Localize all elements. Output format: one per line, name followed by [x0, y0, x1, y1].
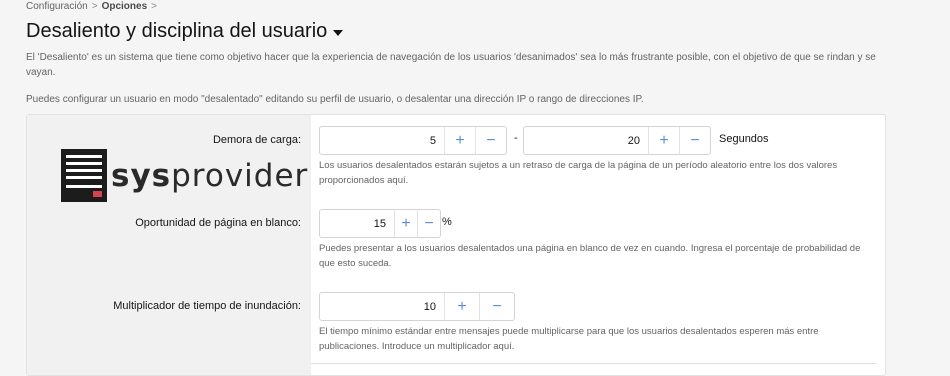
page-description-secondary: Puedes configurar un usuario en modo "de…: [26, 94, 644, 105]
blank-page-help: Puedes presentar a los usuarios desalent…: [319, 243, 861, 269]
load-delay-unit: Segundos: [719, 133, 769, 145]
blank-page-decrement-button[interactable]: −: [418, 210, 440, 237]
blank-page-stepper[interactable]: 15 + −: [319, 209, 441, 238]
load-delay-min-decrement-button[interactable]: −: [476, 127, 506, 154]
flood-multiplier-input[interactable]: 10: [320, 293, 445, 320]
range-separator: -: [514, 132, 518, 144]
breadcrumb-item-configuracion[interactable]: Configuración: [26, 1, 88, 12]
load-delay-max-increment-button[interactable]: +: [649, 127, 680, 154]
chevron-down-icon[interactable]: [333, 30, 344, 36]
load-delay-label: Demora de carga:: [212, 134, 301, 146]
page-description: El 'Desaliento' es un sistema que tiene …: [26, 52, 876, 78]
blank-page-label: Oportunidad de página en blanco:: [135, 217, 301, 229]
logo-text: sysprovider: [111, 157, 309, 194]
load-delay-min-stepper[interactable]: 5 + −: [319, 126, 507, 155]
load-delay-min-input[interactable]: 5: [320, 127, 445, 154]
flood-multiplier-label: Multiplicador de tiempo de inundación:: [113, 300, 301, 312]
breadcrumb-separator: >: [91, 1, 98, 12]
load-delay-help: Los usuarios desalentados estarán sujeto…: [319, 160, 838, 186]
options-panel: sysprovider Demora de carga: 5 + − - 20 …: [26, 114, 886, 376]
blank-page-input[interactable]: 15: [320, 210, 395, 237]
sysprovider-logo: sysprovider: [61, 149, 308, 202]
flood-multiplier-help: El tiempo mínimo estándar entre mensajes…: [319, 326, 819, 352]
breadcrumb: Configuración > Opciones >: [26, 1, 157, 12]
blank-page-unit: %: [442, 216, 452, 228]
flood-multiplier-stepper[interactable]: 10 + −: [319, 292, 515, 321]
blank-page-increment-button[interactable]: +: [395, 210, 418, 237]
page-title-row[interactable]: Desaliento y disciplina del usuario: [26, 20, 344, 43]
load-delay-max-decrement-button[interactable]: −: [680, 127, 710, 154]
flood-multiplier-increment-button[interactable]: +: [445, 293, 480, 320]
breadcrumb-separator: >: [151, 1, 157, 12]
breadcrumb-item-opciones[interactable]: Opciones: [102, 1, 148, 12]
load-delay-max-input[interactable]: 20: [524, 127, 649, 154]
load-delay-min-increment-button[interactable]: +: [445, 127, 476, 154]
flood-multiplier-decrement-button[interactable]: −: [480, 293, 514, 320]
load-delay-max-stepper[interactable]: 20 + −: [523, 126, 711, 155]
row-divider: [311, 363, 877, 364]
page-title: Desaliento y disciplina del usuario: [26, 20, 328, 42]
server-logo-icon: [61, 149, 107, 202]
